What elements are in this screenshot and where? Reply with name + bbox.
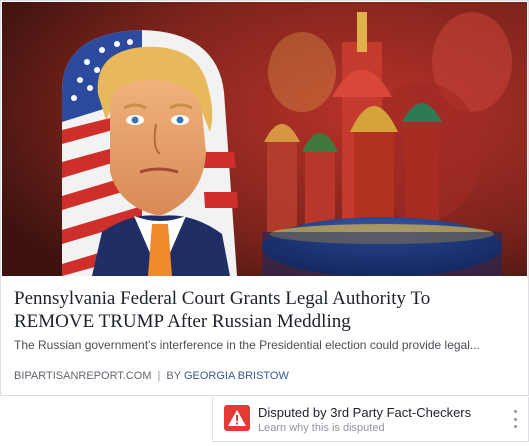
more-options-icon[interactable] [512,410,518,428]
article-image[interactable] [2,2,527,276]
source-domain: BIPARTISANREPORT.COM [14,370,152,382]
nesting-doll-illustration [2,2,527,276]
author-name[interactable]: GEORGIA BRISTOW [184,370,289,382]
headline-line-1[interactable]: Pennsylvania Federal Court Grants Legal … [14,287,514,310]
dispute-notice[interactable]: Disputed by 3rd Party Fact-Checkers Lear… [212,397,529,442]
article-description: The Russian government's interference in… [14,338,480,352]
byline: BIPARTISANREPORT.COM | BY GEORGIA BRISTOW [14,369,289,383]
dispute-title[interactable]: Disputed by 3rd Party Fact-Checkers [258,405,471,421]
by-prefix: BY [166,370,181,382]
article-headline[interactable]: Pennsylvania Federal Court Grants Legal … [14,287,514,333]
link-preview-card[interactable]: Pennsylvania Federal Court Grants Legal … [0,0,529,396]
dispute-learn-more-link[interactable]: Learn why this is disputed [258,422,385,435]
headline-line-2[interactable]: REMOVE TRUMP After Russian Meddling [14,310,514,333]
byline-separator: | [157,370,161,382]
warning-icon [224,405,250,431]
